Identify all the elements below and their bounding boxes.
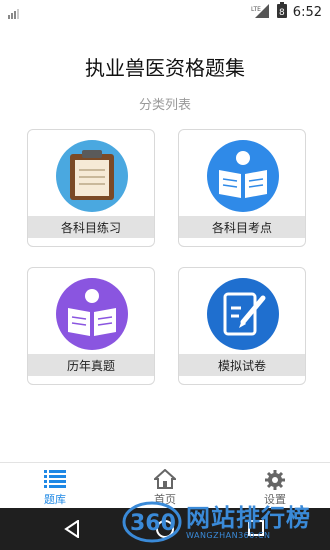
signal-icon xyxy=(8,4,22,23)
360-logo-icon: 360 xyxy=(122,501,182,543)
exam-paper-icon xyxy=(207,278,279,350)
watermark-url: WANGZHAN360.CN xyxy=(186,531,271,540)
lte-signal-icon: LTE xyxy=(251,3,271,22)
category-label: 历年真题 xyxy=(28,354,154,376)
status-time: 6:52 xyxy=(292,4,322,20)
svg-text:LTE: LTE xyxy=(251,6,261,13)
category-label: 各科目考点 xyxy=(179,216,305,238)
reader-icon xyxy=(207,140,279,212)
battery-level: 8 xyxy=(279,8,285,18)
watermark-logo: 360 xyxy=(130,511,176,536)
back-icon[interactable] xyxy=(64,519,80,542)
reader-icon xyxy=(56,278,128,350)
tab-label: 题库 xyxy=(44,493,66,506)
list-icon xyxy=(44,469,66,493)
watermark: 360 网站排行榜 WANGZHAN360.CN xyxy=(118,494,330,550)
status-bar: LTE 8 6:52 xyxy=(0,0,330,22)
tab-question-bank[interactable]: 题库 xyxy=(0,463,110,509)
category-card-mock-exam[interactable]: 模拟试卷 xyxy=(178,267,306,385)
page-subtitle: 分类列表 xyxy=(138,98,191,113)
home-icon xyxy=(152,468,178,493)
category-card-key-points[interactable]: 各科目考点 xyxy=(178,129,306,247)
page-title: 执业兽医资格题集 xyxy=(85,56,245,80)
category-card-subject-practice[interactable]: 各科目练习 xyxy=(27,129,155,247)
category-label: 模拟试卷 xyxy=(179,354,305,376)
category-label: 各科目练习 xyxy=(28,216,154,238)
category-card-past-exams[interactable]: 历年真题 xyxy=(27,267,155,385)
clipboard-icon xyxy=(56,140,128,212)
battery-icon: 8 xyxy=(276,2,287,22)
watermark-text: 网站排行榜 xyxy=(186,504,311,532)
